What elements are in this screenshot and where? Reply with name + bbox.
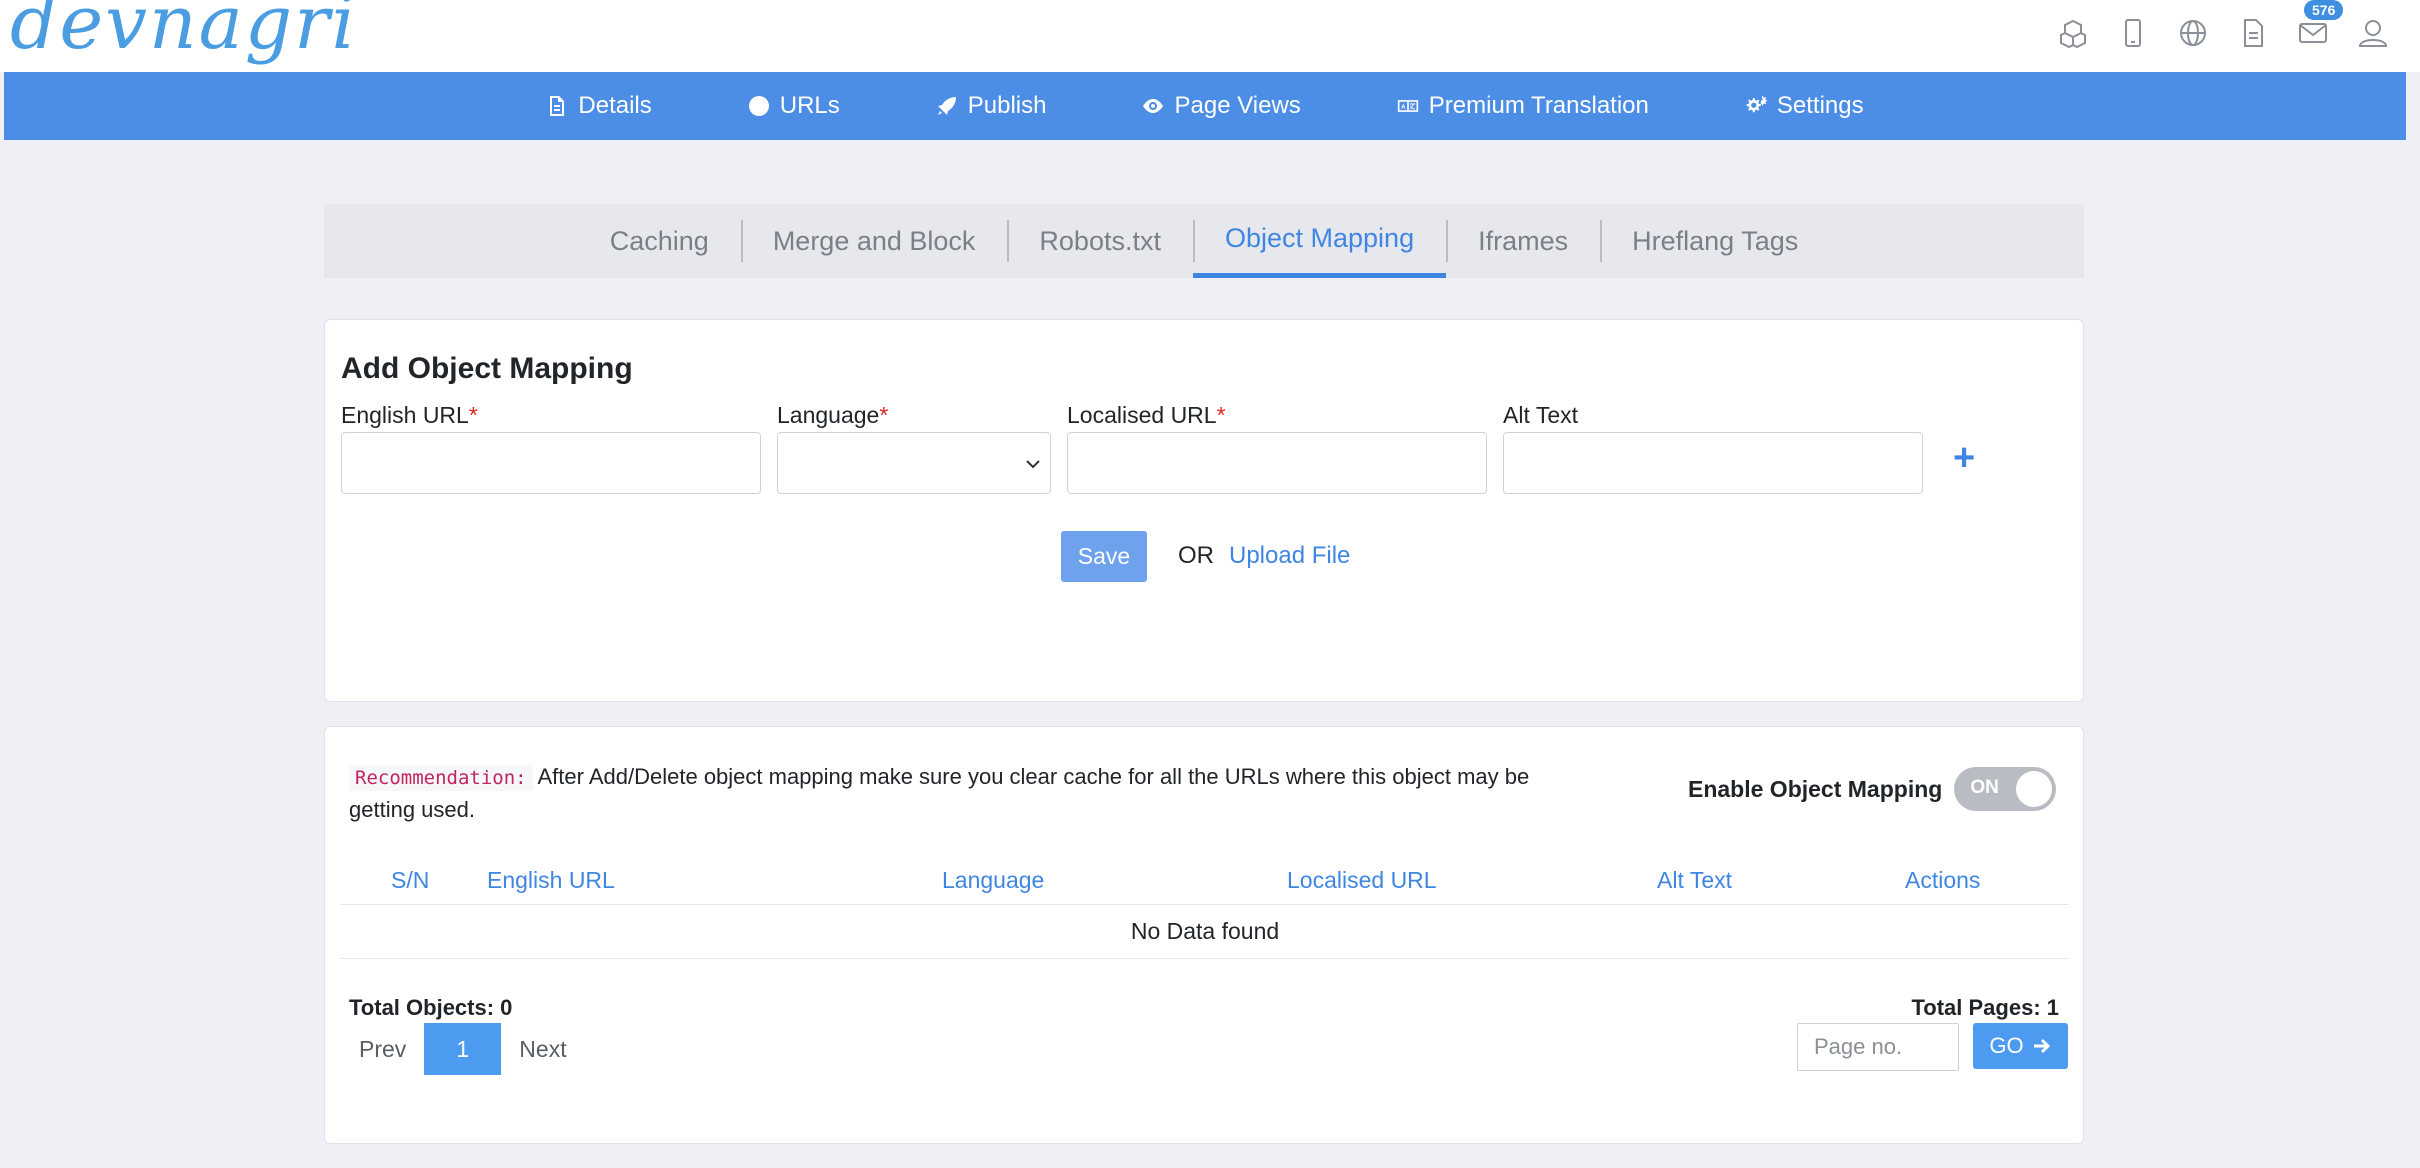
- localised-url-label: Localised URL*: [1067, 402, 1226, 428]
- nav-settings[interactable]: Settings: [1745, 92, 1864, 120]
- next-page-button[interactable]: Next: [501, 1036, 584, 1063]
- nav-urls-label: URLs: [779, 92, 840, 119]
- add-row-button[interactable]: +: [1953, 437, 1975, 480]
- devnagri-logo[interactable]: devnagri: [10, 0, 357, 60]
- or-label: OR: [1178, 542, 1214, 569]
- toggle-state-label: ON: [1970, 777, 1999, 798]
- language-field-group: Language*: [777, 402, 1051, 494]
- chevron-down-icon: [1026, 460, 1040, 469]
- column-sn[interactable]: S/N: [391, 867, 429, 894]
- total-pages: Total Pages: 1: [1911, 995, 2059, 1020]
- tab-hreflang-tags[interactable]: Hreflang Tags: [1600, 204, 1830, 278]
- nav-urls[interactable]: URLs: [748, 92, 840, 120]
- top-header: devnagri 576: [0, 0, 2420, 72]
- mail-icon[interactable]: 576: [2294, 0, 2344, 52]
- table-header: S/N English URL Language Localised URL A…: [341, 857, 2069, 905]
- tab-object-mapping[interactable]: Object Mapping: [1192, 204, 1447, 278]
- save-button[interactable]: Save: [1061, 531, 1147, 582]
- language-select[interactable]: [777, 432, 1051, 494]
- globe-icon: [748, 96, 769, 116]
- recommendation-note: Recommendation: After Add/Delete object …: [349, 761, 1599, 825]
- main-nav: Details URLs Publish Page Views Premium …: [4, 72, 2406, 140]
- language-icon: [1397, 100, 1418, 112]
- tab-robots-txt[interactable]: Robots.txt: [1007, 204, 1193, 278]
- nav-premium-translation[interactable]: Premium Translation: [1397, 92, 1649, 120]
- column-language[interactable]: Language: [942, 867, 1044, 894]
- nav-page-views-label: Page Views: [1174, 92, 1301, 119]
- nav-publish[interactable]: Publish: [936, 92, 1047, 120]
- file-icon: [550, 96, 565, 116]
- toggle-knob: [2016, 771, 2053, 807]
- english-url-label: English URL*: [341, 402, 478, 428]
- alt-text-input[interactable]: [1503, 432, 1923, 494]
- cubes-icon[interactable]: [2054, 14, 2092, 52]
- column-alt-text[interactable]: Alt Text: [1657, 867, 1732, 894]
- column-actions[interactable]: Actions: [1905, 867, 1980, 894]
- page-number-input[interactable]: Page no.: [1797, 1023, 1959, 1071]
- nav-page-views[interactable]: Page Views: [1142, 92, 1301, 120]
- rocket-icon: [937, 97, 956, 115]
- add-object-mapping-title: Add Object Mapping: [341, 352, 633, 385]
- settings-tabs: Caching Merge and Block Robots.txt Objec…: [324, 204, 2084, 278]
- tab-merge-and-block[interactable]: Merge and Block: [740, 204, 1008, 278]
- localised-url-field-group: Localised URL*: [1067, 402, 1487, 494]
- nav-premium-translation-label: Premium Translation: [1428, 92, 1649, 119]
- column-english-url[interactable]: English URL: [487, 867, 615, 894]
- arrow-right-icon: [2033, 1038, 2050, 1054]
- localised-url-input[interactable]: [1067, 432, 1487, 494]
- tab-iframes[interactable]: Iframes: [1446, 204, 1600, 278]
- mobile-icon[interactable]: [2114, 14, 2152, 52]
- globe-icon[interactable]: [2174, 14, 2212, 52]
- document-icon[interactable]: [2234, 14, 2272, 52]
- tab-caching[interactable]: Caching: [578, 204, 741, 278]
- alt-text-label: Alt Text: [1503, 402, 1578, 428]
- enable-object-mapping: Enable Object Mapping ON: [1688, 767, 2057, 811]
- prev-page-button[interactable]: Prev: [349, 1036, 424, 1063]
- nav-details-label: Details: [578, 92, 652, 119]
- object-mapping-list-card: Recommendation: After Add/Delete object …: [324, 726, 2084, 1144]
- mail-badge: 576: [2304, 0, 2344, 20]
- nav-publish-label: Publish: [967, 92, 1047, 119]
- eye-icon: [1143, 99, 1164, 113]
- alt-text-field-group: Alt Text: [1503, 402, 1923, 494]
- go-button-label: GO: [1989, 1033, 2024, 1058]
- page-1-button[interactable]: 1: [424, 1023, 502, 1075]
- empty-table-message: No Data found: [341, 905, 2069, 959]
- total-objects: Total Objects: 0: [349, 995, 513, 1020]
- enable-object-mapping-toggle[interactable]: ON: [1954, 767, 2057, 811]
- column-localised-url[interactable]: Localised URL: [1287, 867, 1437, 894]
- nav-settings-label: Settings: [1776, 92, 1864, 119]
- gears-icon: [1746, 96, 1767, 113]
- required-mark: *: [1216, 402, 1226, 428]
- pagination: Prev 1 Next: [349, 1023, 585, 1075]
- user-icon[interactable]: [2354, 14, 2392, 52]
- required-mark: *: [879, 402, 889, 428]
- upload-file-link[interactable]: Upload File: [1229, 542, 1350, 570]
- enable-object-mapping-label: Enable Object Mapping: [1688, 775, 1943, 802]
- add-object-mapping-card: Add Object Mapping English URL* Language…: [324, 319, 2084, 702]
- recommendation-tag: Recommendation:: [349, 765, 533, 791]
- english-url-field-group: English URL*: [341, 402, 761, 494]
- object-mapping-table: S/N English URL Language Localised URL A…: [341, 857, 2069, 959]
- go-button[interactable]: GO: [1973, 1023, 2068, 1069]
- language-label: Language*: [777, 402, 889, 428]
- required-mark: *: [468, 402, 478, 428]
- nav-details[interactable]: Details: [546, 92, 652, 120]
- header-icons: 576: [2054, 0, 2392, 52]
- english-url-input[interactable]: [341, 432, 761, 494]
